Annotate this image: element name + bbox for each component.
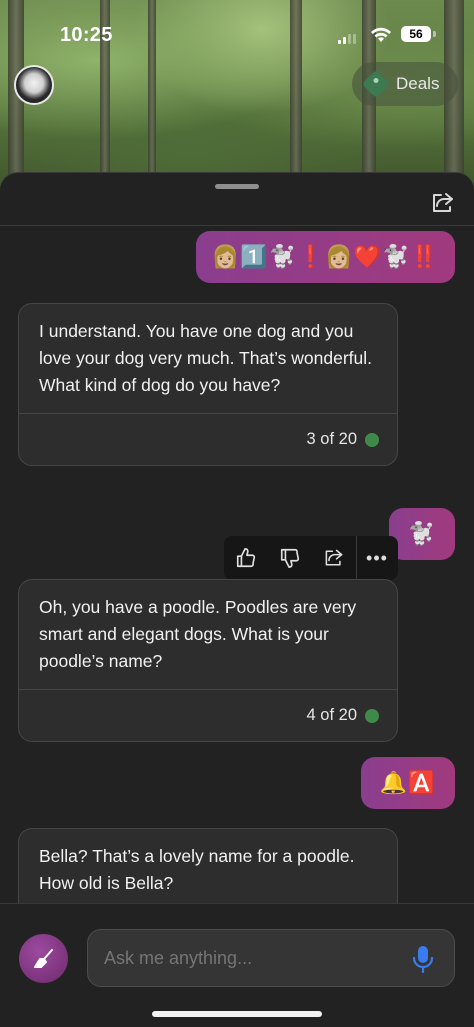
status-time: 10:25	[60, 24, 113, 46]
user-message: 🔔🅰️	[361, 757, 455, 809]
panel-divider	[0, 225, 474, 226]
chat-panel: 👩🏼1️⃣🐩❗👩🏼❤️🐩‼️ I understand. You have on…	[0, 172, 474, 1027]
user-message: 👩🏼1️⃣🐩❗👩🏼❤️🐩‼️	[195, 231, 455, 283]
deals-label: Deals	[396, 74, 440, 93]
deals-tag-icon	[361, 69, 391, 99]
share-icon[interactable]	[312, 536, 356, 580]
more-icon[interactable]: •••	[357, 536, 397, 580]
bot-message-text: I understand. You have one dog and you l…	[39, 321, 372, 395]
bot-message-text: Bella? That’s a lovely name for a poodle…	[39, 846, 355, 893]
battery-cap	[433, 31, 436, 37]
avatar[interactable]	[14, 65, 54, 105]
signal-icon	[338, 34, 356, 44]
turn-counter: 4 of 20	[306, 706, 357, 724]
wifi-icon	[370, 26, 392, 50]
status-bar: 10:25 56	[0, 0, 474, 70]
battery-indicator: 56	[401, 26, 431, 42]
chat-input[interactable]	[87, 929, 455, 987]
bot-message-footer: 3 of 20	[19, 413, 397, 465]
bot-message-text: Oh, you have a poodle. Poodles are very …	[39, 597, 357, 671]
bot-message-footer: 4 of 20	[19, 689, 397, 741]
user-message: 🐩	[389, 508, 455, 560]
home-indicator	[152, 1011, 322, 1017]
bot-message: Oh, you have a poodle. Poodles are very …	[18, 579, 398, 742]
new-topic-button[interactable]	[19, 934, 68, 983]
message-action-bar: •••	[224, 536, 398, 580]
status-dot	[365, 432, 379, 447]
drag-handle[interactable]	[215, 184, 259, 189]
microphone-icon[interactable]	[412, 945, 434, 974]
thumbs-up-icon[interactable]	[224, 536, 268, 580]
status-dot	[365, 708, 379, 723]
broom-icon	[33, 948, 53, 968]
turn-counter: 3 of 20	[306, 430, 357, 448]
deals-button[interactable]: Deals	[352, 62, 458, 106]
thumbs-down-icon[interactable]	[268, 536, 312, 580]
share-icon[interactable]	[430, 191, 456, 215]
composer	[0, 903, 474, 1027]
bot-message: I understand. You have one dog and you l…	[18, 303, 398, 466]
